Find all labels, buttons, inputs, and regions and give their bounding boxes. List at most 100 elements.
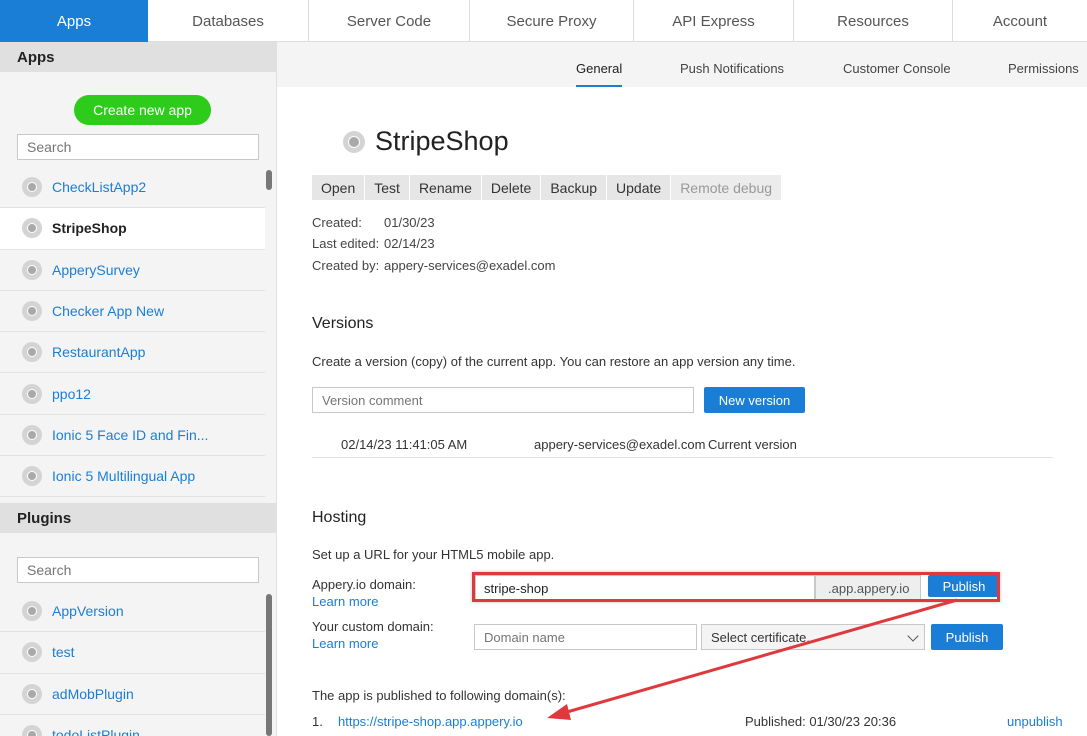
- sub-navigation: General Push Notifications Customer Cons…: [277, 42, 1087, 87]
- rename-button[interactable]: Rename: [409, 175, 482, 200]
- topnav-tab-secure-proxy[interactable]: Secure Proxy: [470, 0, 634, 42]
- published-date: Published: 01/30/23 20:36: [745, 714, 897, 729]
- plugin-icon: [22, 683, 42, 704]
- custom-domain-label: Your custom domain:: [312, 619, 434, 634]
- app-item-label: Ionic 5 Face ID and Fin...: [52, 426, 209, 443]
- apps-section-heading: Apps: [0, 42, 276, 72]
- plugin-item-test[interactable]: test: [0, 632, 265, 674]
- edited-label: Last edited:: [312, 236, 380, 251]
- backup-button[interactable]: Backup: [541, 175, 608, 200]
- plugin-item-appversion[interactable]: AppVersion: [0, 591, 265, 633]
- app-icon: [22, 424, 42, 445]
- created-label: Created:: [312, 215, 362, 230]
- topnav-tab-server-code[interactable]: Server Code: [309, 0, 470, 42]
- plugin-icon: [22, 601, 42, 622]
- app-item-checklistapp2[interactable]: CheckListApp2: [0, 167, 265, 209]
- subtab-push-notifications[interactable]: Push Notifications: [680, 61, 784, 76]
- app-item-ppo12[interactable]: ppo12: [0, 373, 265, 415]
- app-icon: [22, 342, 42, 363]
- topnav-tab-apps[interactable]: Apps: [0, 0, 148, 42]
- edited-value: 02/14/23: [384, 236, 435, 251]
- plugin-item-todolistplugin[interactable]: todoListPlugin: [0, 715, 265, 736]
- app-item-label: Ionic 5 Multilingual App: [52, 468, 196, 485]
- certificate-select[interactable]: Select certificate...: [701, 624, 925, 650]
- version-status: Current version: [708, 437, 797, 452]
- custom-domain-input[interactable]: [474, 624, 697, 650]
- update-button[interactable]: Update: [607, 175, 672, 200]
- plugin-icon: [22, 725, 42, 736]
- highlight-box: [472, 572, 1000, 602]
- hosting-description: Set up a URL for your HTML5 mobile app.: [312, 547, 555, 562]
- topnav-tab-api-express[interactable]: API Express: [634, 0, 794, 42]
- plugins-scrollbar[interactable]: [266, 594, 272, 736]
- app-title-text: StripeShop: [375, 126, 509, 156]
- subtab-general[interactable]: General: [576, 61, 623, 87]
- plugin-item-label: test: [52, 644, 75, 661]
- createdby-label: Created by:: [312, 258, 380, 273]
- apps-search-input[interactable]: [17, 134, 259, 160]
- delete-button[interactable]: Delete: [481, 175, 542, 200]
- versions-heading: Versions: [312, 315, 374, 332]
- plugin-item-label: AppVersion: [52, 603, 124, 620]
- app-item-ionic-multilingual[interactable]: Ionic 5 Multilingual App: [0, 456, 265, 498]
- plugin-item-label: todoListPlugin: [52, 727, 140, 736]
- version-user: appery-services@exadel.com: [534, 437, 706, 452]
- top-navigation: Apps Databases Server Code Secure Proxy …: [0, 0, 1087, 42]
- apps-list: CheckListApp2 StripeShop ApperySurvey Ch…: [0, 167, 265, 498]
- published-index: 1.: [312, 714, 323, 729]
- published-heading: The app is published to following domain…: [312, 688, 566, 703]
- created-info: Created: 01/30/23: [312, 215, 435, 230]
- plugin-item-label: adMobPlugin: [52, 685, 134, 702]
- app-item-stripeshop[interactable]: StripeShop: [0, 208, 265, 250]
- edited-info: Last edited: 02/14/23: [312, 236, 435, 251]
- new-version-button[interactable]: New version: [704, 387, 805, 413]
- main-panel: General Push Notifications Customer Cons…: [277, 42, 1087, 736]
- created-value: 01/30/23: [384, 215, 435, 230]
- open-button[interactable]: Open: [312, 175, 366, 200]
- appery-learn-more-link[interactable]: Learn more: [312, 594, 378, 609]
- certificate-select-value: Select certificate...: [711, 630, 818, 645]
- published-url-link[interactable]: https://stripe-shop.app.appery.io: [338, 714, 523, 729]
- app-item-ionic-face-id[interactable]: Ionic 5 Face ID and Fin...: [0, 415, 265, 457]
- app-icon: [22, 177, 42, 198]
- app-icon: [22, 259, 42, 280]
- app-icon: [22, 218, 42, 239]
- apps-scrollbar[interactable]: [266, 170, 272, 190]
- remote-debug-button[interactable]: Remote debug: [671, 175, 783, 200]
- page-title: StripeShop: [343, 126, 509, 157]
- subtab-permissions[interactable]: Permissions: [1008, 61, 1079, 76]
- app-item-checker-app-new[interactable]: Checker App New: [0, 291, 265, 333]
- app-item-label: ApperySurvey: [52, 261, 140, 278]
- plugins-list: AppVersion test adMobPlugin todoListPlug…: [0, 591, 265, 736]
- version-date: 02/14/23 11:41:05 AM: [341, 437, 468, 452]
- sidebar: Apps Create new app CheckListApp2 Stripe…: [0, 42, 277, 736]
- app-item-label: StripeShop: [52, 220, 127, 237]
- plugin-icon: [22, 642, 42, 663]
- createdby-value: appery-services@exadel.com: [384, 258, 556, 273]
- app-item-apperysurvey[interactable]: ApperySurvey: [0, 250, 265, 291]
- app-item-restaurantapp[interactable]: RestaurantApp: [0, 332, 265, 374]
- version-row: 02/14/23 11:41:05 AM appery-services@exa…: [312, 428, 1053, 458]
- create-new-app-button[interactable]: Create new app: [74, 95, 211, 125]
- topnav-tab-databases[interactable]: Databases: [148, 0, 309, 42]
- app-item-label: CheckListApp2: [52, 179, 147, 196]
- test-button[interactable]: Test: [365, 175, 410, 200]
- published-row: 1. https://stripe-shop.app.appery.io Pub…: [312, 714, 1067, 734]
- topnav-tab-account[interactable]: Account: [953, 0, 1087, 42]
- app-icon: [22, 383, 42, 404]
- app-icon: [22, 301, 42, 322]
- versions-description: Create a version (copy) of the current a…: [312, 354, 796, 369]
- appery-domain-label: Appery.io domain:: [312, 577, 416, 592]
- app-icon: [343, 130, 365, 153]
- plugin-item-admobplugin[interactable]: adMobPlugin: [0, 674, 265, 715]
- app-item-label: ppo12: [52, 385, 91, 402]
- custom-learn-more-link[interactable]: Learn more: [312, 636, 378, 651]
- plugins-section-heading: Plugins: [0, 503, 276, 533]
- topnav-tab-resources[interactable]: Resources: [794, 0, 953, 42]
- unpublish-link[interactable]: unpublish: [1007, 714, 1063, 729]
- plugins-search-input[interactable]: [17, 557, 259, 583]
- version-comment-input[interactable]: [312, 387, 694, 413]
- publish-custom-button[interactable]: Publish: [931, 624, 1003, 650]
- app-item-label: Checker App New: [52, 303, 165, 320]
- subtab-customer-console[interactable]: Customer Console: [843, 61, 951, 76]
